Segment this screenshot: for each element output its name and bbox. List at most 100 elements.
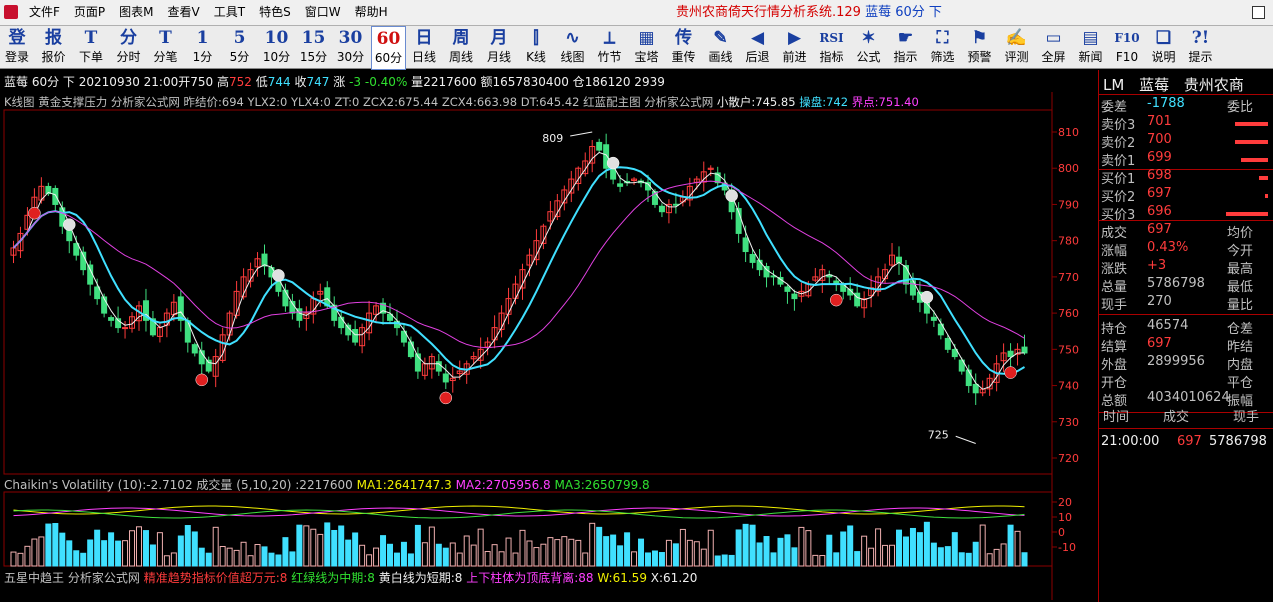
volume-bar [275, 554, 282, 567]
toolbar-label: 分笔 [153, 50, 178, 64]
toolbar-button-4[interactable]: T 分笔 [149, 26, 182, 68]
candle-body [791, 293, 798, 300]
toolbar-button-10[interactable]: 60 60分 [371, 26, 406, 70]
book-label: 买价1 [1101, 172, 1136, 187]
toolbar-button-8[interactable]: 15 15分 [297, 26, 330, 68]
toolbar-button-7[interactable]: 10 10分 [260, 26, 293, 68]
toolbar-button-11[interactable]: 日日线 [408, 26, 440, 68]
toolbar-label: 10分 [262, 50, 291, 64]
toolbar-button-32[interactable]: ?! 提示 [1184, 26, 1217, 68]
volume-bar [456, 552, 463, 567]
toolbar-button-27[interactable]: ✍ 评测 [1000, 26, 1033, 68]
volume-bar [840, 531, 847, 567]
quote-panel: LM 蓝莓 贵州农商 委差 -1788 委比 卖价3 701 卖价2 700 卖价1 69… [1098, 70, 1273, 602]
toolbar-button-12[interactable]: 周周线 [444, 26, 478, 68]
volume-bar [261, 546, 268, 567]
kline-chart[interactable]: 810 800 790 780 770 760 750 740 730 720 20 10 0 -10 80… [0, 92, 1097, 600]
volume-bar [491, 544, 498, 567]
toolbar-button-24[interactable]: ☛ 指示 [889, 26, 922, 68]
toolbar-button-14[interactable]: ⫿ K线 [520, 26, 552, 68]
volume-bar [854, 551, 861, 567]
volume-bar [24, 545, 31, 567]
toolbar-button-16[interactable]: ⟂ 竹节 [593, 26, 626, 68]
toolbar-button-3[interactable]: 分分时 [112, 26, 145, 68]
toolbar-button-22[interactable]: RSI 指标 [815, 26, 848, 68]
volume-bar [380, 535, 387, 567]
toolbar-button-23[interactable]: ✶ 公式 [852, 26, 885, 68]
toolbar-button-26[interactable]: ⚑ 预警 [963, 26, 996, 68]
sell-signal-icon [272, 269, 285, 282]
volume-bar [958, 552, 965, 567]
volume-bar [59, 532, 66, 567]
window-title: 贵州农商倚天行情分析系统.129 蓝莓 60分 下 [676, 0, 942, 25]
volume-bar [184, 525, 191, 567]
toolbar-button-15[interactable]: ∿ 线图 [556, 26, 589, 68]
toolbar-button-19[interactable]: ✎ 画线 [704, 26, 737, 68]
quote-name: 蓝莓 [1139, 76, 1170, 94]
toolbar-button-30[interactable]: F10 F10 [1111, 26, 1143, 68]
toolbar-button-5[interactable]: 1 1分 [186, 26, 219, 68]
period-30-icon: F10 [1114, 31, 1140, 45]
volume-bar [714, 555, 721, 567]
menu-item[interactable]: 文件F [22, 0, 67, 25]
stat-label: 总量 [1101, 280, 1128, 295]
volume-bar [742, 523, 749, 567]
toolbar-button-21[interactable]: ▶ 前进 [778, 26, 811, 68]
menu-item[interactable]: 查看V [161, 0, 207, 25]
info-high: 752 [229, 75, 252, 89]
toolbar-label: 周线 [448, 50, 473, 64]
volume-bar [463, 535, 470, 567]
menu-item[interactable]: 帮助H [348, 0, 395, 25]
menu-item[interactable]: 窗口W [298, 0, 348, 25]
volume-bar [87, 539, 94, 567]
menu-item[interactable]: 特色S [252, 0, 298, 25]
volume-bar [317, 533, 324, 567]
toolbar-button-17[interactable]: ▦ 宝塔 [630, 26, 663, 68]
window-restore-button[interactable] [1252, 6, 1265, 19]
toolbar-button-0[interactable]: 登登录 [1, 26, 33, 68]
trend-x: X:61.20 [650, 571, 698, 585]
toolbar-button-13[interactable]: 月月线 [482, 26, 516, 68]
stats-row: 持仓 46574 仓差 [1099, 318, 1273, 337]
toolbar-label: 报价 [41, 50, 66, 64]
toolbar-button-28[interactable]: ▭ 全屏 [1037, 26, 1070, 68]
toolbar-button-2[interactable]: T 下单 [74, 26, 108, 68]
menu-item[interactable]: 工具T [207, 0, 252, 25]
info-close: 747 [306, 75, 330, 89]
volume-bar [749, 524, 756, 567]
tick-time: 21:00:00 [1101, 434, 1160, 449]
toolbar-button-25[interactable]: ⛶ 筛选 [926, 26, 959, 68]
volume-bar [554, 539, 561, 567]
toolbar-button-1[interactable]: 报报价 [37, 26, 70, 68]
volume-bar [135, 526, 142, 567]
toolbar-button-29[interactable]: ▤ 新闻 [1074, 26, 1107, 68]
toolbar-button-18[interactable]: 传重传 [667, 26, 700, 68]
info-open: 750 [190, 75, 214, 89]
divider [1099, 428, 1273, 429]
stats-row: 外盘 2899956 内盘 [1099, 354, 1273, 373]
volume-bar [916, 532, 923, 567]
toolbar-button-20[interactable]: ◀ 后退 [741, 26, 774, 68]
toolbar-button-9[interactable]: 30 30分 [334, 26, 367, 68]
volume-bar [484, 551, 491, 567]
menu-item[interactable]: 图表M [112, 0, 160, 25]
candle-body [784, 286, 791, 292]
book-price: 701 [1147, 114, 1172, 129]
volume-bar [965, 552, 972, 567]
chart-panel[interactable]: 810 800 790 780 770 760 750 740 730 720 20 10 0 -10 80… [0, 92, 1097, 600]
toolbar-button-6[interactable]: 5 5分 [223, 26, 256, 68]
candle-body [122, 327, 129, 330]
stat-label: 持仓 [1101, 322, 1128, 337]
chaikin-name: Chaikin's Volatility [4, 478, 114, 492]
y-tick-label: 780 [1058, 235, 1079, 248]
vol-ma3: MA3:2650799.8 [554, 478, 650, 492]
ind-dt: DT:645.42 [520, 95, 580, 109]
toolbar-button-31[interactable]: ❏ 说明 [1147, 26, 1180, 68]
volume-bar [149, 544, 156, 567]
main-indicator-line: K线图 黄金支撑压力 分析家公式网 昨结价:694 YLX2:0 YLX4:0 … [4, 94, 919, 110]
menu-item[interactable]: 页面P [67, 0, 112, 25]
low-marker-line [955, 435, 976, 444]
linechart-icon: ∿ [565, 28, 580, 48]
y-tick-label: 720 [1058, 452, 1079, 465]
toolbar-label: 线图 [560, 50, 585, 64]
